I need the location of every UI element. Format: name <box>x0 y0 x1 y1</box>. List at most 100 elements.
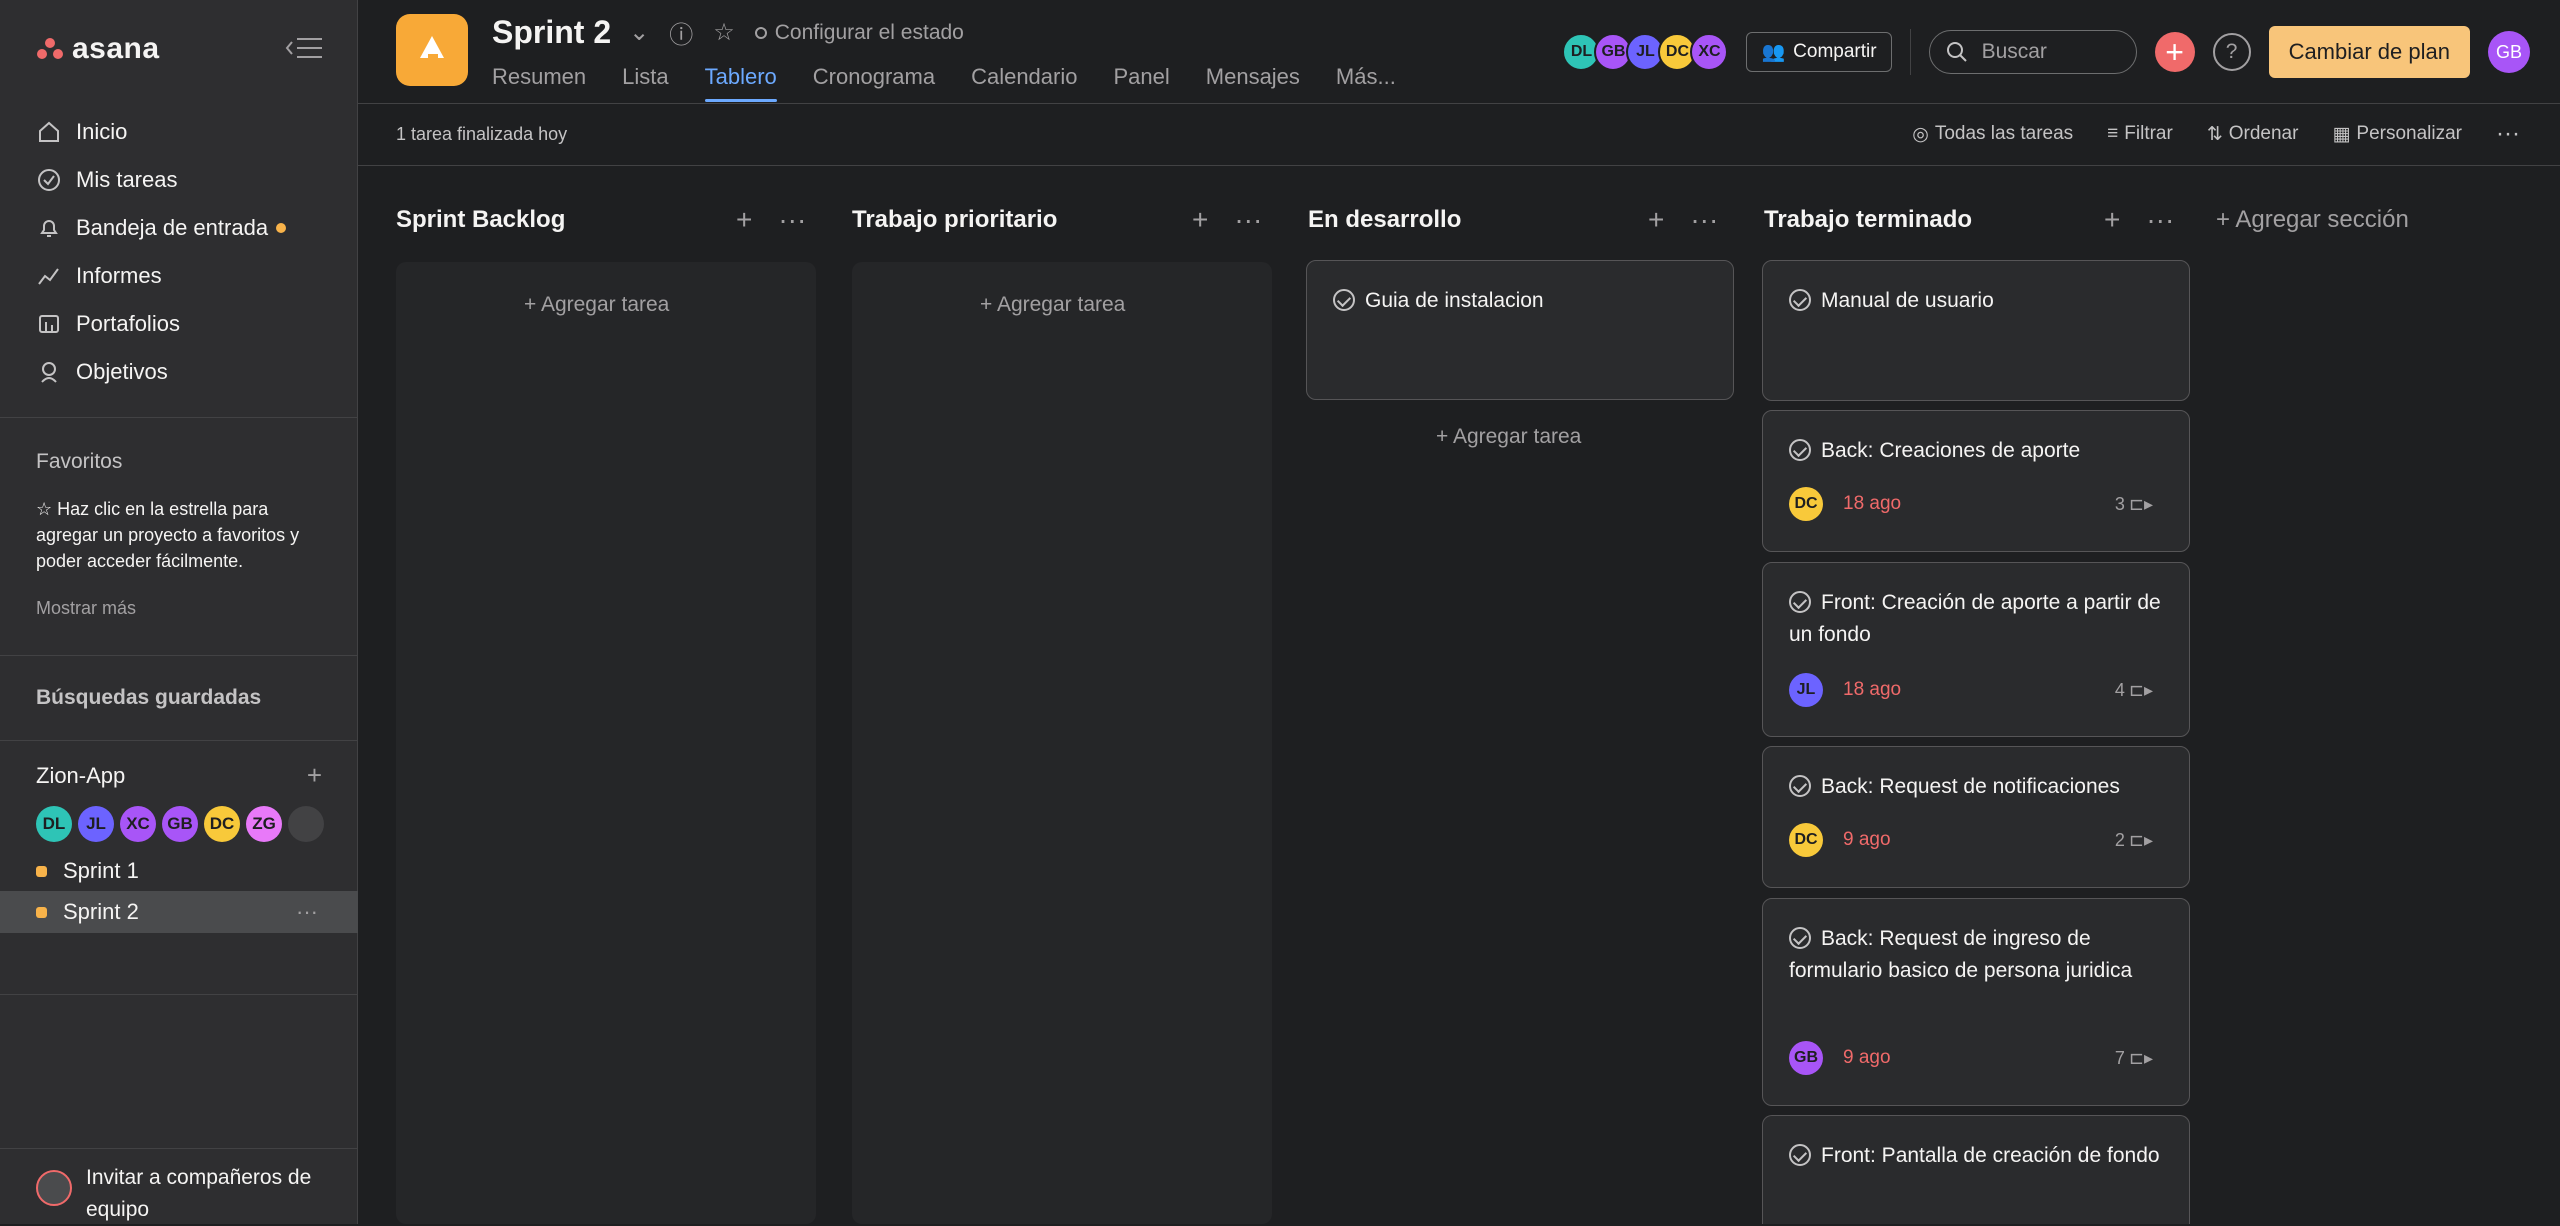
upgrade-plan-button[interactable]: Cambiar de plan <box>2268 26 2470 78</box>
tab-lista[interactable]: Lista <box>622 64 668 100</box>
subtask-icon: ⊏▸ <box>2128 493 2153 514</box>
help-icon[interactable]: ? <box>2212 33 2251 71</box>
tab-mensajes[interactable]: Mensajes <box>1206 64 1300 100</box>
info-icon[interactable]: ⓘ <box>669 15 693 50</box>
complete-checkbox-icon[interactable] <box>1789 289 1811 311</box>
team-members[interactable]: DL JL XC GB DC ZG <box>36 806 324 842</box>
search-input[interactable] <box>1979 39 2124 65</box>
chevron-down-icon[interactable]: ⌄ <box>629 18 649 47</box>
more-options-icon[interactable]: ··· <box>778 204 806 236</box>
task-title: Back: Request de notificaciones <box>1821 775 2120 798</box>
person-target-icon <box>36 359 62 385</box>
tab-calendario[interactable]: Calendario <box>971 64 1077 100</box>
avatar[interactable]: DL <box>36 806 72 842</box>
search-box[interactable] <box>1928 30 2137 74</box>
add-task-icon[interactable]: + <box>1192 204 1208 236</box>
sidebar-project-sprint-1[interactable]: Sprint 1 <box>0 850 358 892</box>
avatar[interactable]: XC <box>1690 33 1729 71</box>
customize-button[interactable]: ▦ Personalizar <box>2332 123 2462 146</box>
complete-checkbox-icon[interactable] <box>1789 775 1811 797</box>
tab-resumen[interactable]: Resumen <box>492 64 586 100</box>
due-date[interactable]: 18 ago <box>1843 493 1901 515</box>
avatar[interactable]: XC <box>120 806 156 842</box>
add-task-icon[interactable]: + <box>2104 204 2120 236</box>
subtask-count[interactable]: 4 ⊏▸ <box>2115 680 2153 701</box>
tab-panel[interactable]: Panel <box>1113 64 1169 100</box>
create-button[interactable]: + <box>2154 32 2195 72</box>
invite-label: Invitar a compañeros de equipo <box>86 1166 312 1221</box>
more-options-icon[interactable]: ··· <box>1234 204 1262 236</box>
add-task-button[interactable]: + Agregar tarea <box>980 293 1125 317</box>
sort-button[interactable]: ⇅ Ordenar <box>2207 123 2299 146</box>
more-options-icon[interactable]: ··· <box>1690 204 1718 236</box>
complete-checkbox-icon[interactable] <box>1333 289 1355 311</box>
project-title[interactable]: Sprint 2 <box>492 14 611 51</box>
filter-button[interactable]: ≡ Filtrar <box>2107 123 2173 145</box>
task-card[interactable]: Back: Request de ingreso de formulario b… <box>1762 898 2190 1106</box>
project-icon[interactable] <box>396 14 468 86</box>
add-task-icon[interactable]: + <box>1648 204 1664 236</box>
sidebar-item-mis-tareas[interactable]: Mis tareas <box>0 156 358 204</box>
invite-teammates[interactable]: Invitar a compañeros de equipo <box>36 1162 346 1226</box>
share-button[interactable]: 👥 Compartir <box>1746 32 1892 72</box>
sidebar-item-label: Mis tareas <box>76 167 178 192</box>
task-card[interactable]: Back: Request de notificaciones DC 9 ago… <box>1762 746 2190 888</box>
add-task-icon[interactable]: + <box>736 204 752 236</box>
task-card[interactable]: Back: Creaciones de aporte DC 18 ago 3 ⊏▸ <box>1762 410 2190 552</box>
avatar[interactable]: JL <box>78 806 114 842</box>
subtask-count[interactable]: 2 ⊏▸ <box>2115 830 2153 851</box>
due-date[interactable]: 9 ago <box>1843 1047 1891 1069</box>
more-options-icon[interactable]: ··· <box>2496 120 2520 148</box>
add-project-icon[interactable]: + <box>307 760 322 791</box>
set-status-button[interactable]: Configurar el estado <box>754 21 964 45</box>
avatar-placeholder[interactable] <box>288 806 324 842</box>
all-tasks-button[interactable]: ◎ Todas las tareas <box>1912 123 2073 146</box>
tab-cronograma[interactable]: Cronograma <box>813 64 935 100</box>
tab-tablero[interactable]: Tablero <box>704 64 777 102</box>
more-options-icon[interactable]: ··· <box>2146 204 2174 236</box>
complete-checkbox-icon[interactable] <box>1789 1144 1811 1166</box>
due-date[interactable]: 9 ago <box>1843 829 1891 851</box>
subtask-count[interactable]: 7 ⊏▸ <box>2115 1048 2153 1069</box>
assignee-avatar[interactable]: JL <box>1789 673 1823 707</box>
asana-logo[interactable]: asana <box>36 32 160 66</box>
avatar[interactable]: ZG <box>246 806 282 842</box>
column-title[interactable]: Trabajo terminado <box>1764 206 1972 234</box>
tab-mas[interactable]: Más... <box>1336 64 1396 100</box>
show-more-link[interactable]: Mostrar más <box>36 598 136 619</box>
due-date[interactable]: 18 ago <box>1843 679 1901 701</box>
user-avatar[interactable]: GB <box>2488 31 2530 73</box>
task-card[interactable]: Manual de usuario <box>1762 260 2190 401</box>
more-options-icon[interactable]: ··· <box>296 899 318 925</box>
sidebar-item-inicio[interactable]: Inicio <box>0 108 358 156</box>
task-card[interactable]: Guia de instalacion <box>1306 260 1734 400</box>
sidebar-item-informes[interactable]: Informes <box>0 252 358 300</box>
project-members[interactable]: DL GB JL DC XC <box>1562 33 1729 71</box>
sidebar-item-bandeja[interactable]: Bandeja de entrada <box>0 204 358 252</box>
complete-checkbox-icon[interactable] <box>1789 439 1811 461</box>
star-icon[interactable]: ☆ <box>713 18 735 47</box>
column-title[interactable]: Trabajo prioritario <box>852 206 1057 234</box>
avatar[interactable]: GB <box>162 806 198 842</box>
column-title[interactable]: En desarrollo <box>1308 206 1461 234</box>
sidebar-nav: Inicio Mis tareas Bandeja de entrada Inf… <box>0 108 358 396</box>
collapse-sidebar-icon[interactable] <box>284 34 324 64</box>
add-task-button[interactable]: + Agregar tarea <box>524 293 669 317</box>
saved-searches-title[interactable]: Búsquedas guardadas <box>36 686 261 710</box>
column-title[interactable]: Sprint Backlog <box>396 206 565 234</box>
sidebar-project-sprint-2[interactable]: Sprint 2 ··· <box>0 891 358 933</box>
complete-checkbox-icon[interactable] <box>1789 927 1811 949</box>
assignee-avatar[interactable]: GB <box>1789 1041 1823 1075</box>
assignee-avatar[interactable]: DC <box>1789 823 1823 857</box>
sidebar-item-objetivos[interactable]: Objetivos <box>0 348 358 396</box>
task-card[interactable]: Front: Pantalla de creación de fondo <box>1762 1115 2190 1224</box>
subtask-count[interactable]: 3 ⊏▸ <box>2115 494 2153 515</box>
add-section-button[interactable]: + Agregar sección <box>2216 206 2409 234</box>
task-card[interactable]: Front: Creación de aporte a partir de un… <box>1762 562 2190 737</box>
assignee-avatar[interactable]: DC <box>1789 487 1823 521</box>
team-name[interactable]: Zion-App <box>36 763 125 789</box>
sidebar-item-portafolios[interactable]: Portafolios <box>0 300 358 348</box>
avatar[interactable]: DC <box>204 806 240 842</box>
complete-checkbox-icon[interactable] <box>1789 591 1811 613</box>
add-task-button[interactable]: + Agregar tarea <box>1436 425 1581 449</box>
